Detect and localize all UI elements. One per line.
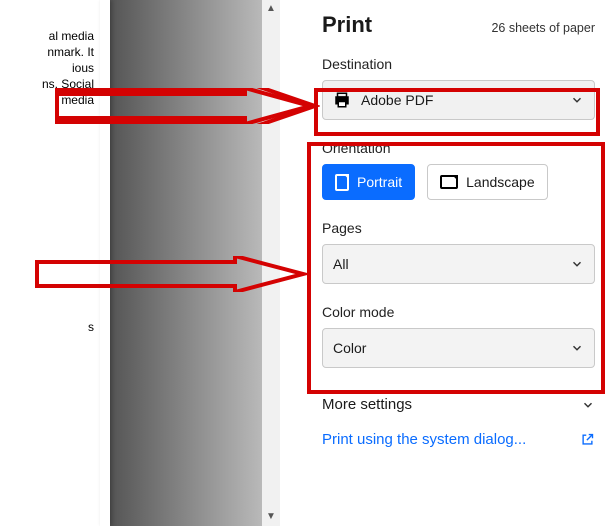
orientation-portrait-label: Portrait: [357, 174, 402, 190]
portrait-page-icon: [335, 174, 349, 191]
chevron-down-icon: [581, 398, 595, 412]
system-dialog-row: Print using the system dialog...: [322, 431, 595, 448]
landscape-page-icon: [440, 175, 458, 189]
color-mode-label: Color mode: [322, 304, 595, 320]
destination-label: Destination: [322, 56, 595, 72]
orientation-landscape-label: Landscape: [466, 174, 535, 190]
chevron-down-icon: [570, 93, 584, 107]
orientation-group: Orientation Portrait Landscape: [322, 140, 595, 200]
pages-group: Pages All: [322, 220, 595, 284]
print-panel: Print 26 sheets of paper Destination Ado…: [300, 0, 613, 526]
chevron-down-icon: [570, 341, 584, 355]
scroll-down-icon[interactable]: ▼: [262, 508, 280, 526]
orientation-portrait-button[interactable]: Portrait: [322, 164, 415, 200]
color-mode-group: Color mode Color: [322, 304, 595, 368]
orientation-label: Orientation: [322, 140, 595, 156]
orientation-landscape-button[interactable]: Landscape: [427, 164, 548, 200]
scroll-up-icon[interactable]: ▲: [262, 0, 280, 18]
doc-fragment-lines: al media nmark. It ious ns, Social media: [42, 28, 94, 108]
printer-icon: [333, 91, 351, 109]
doc-fragment-lower: s: [88, 320, 94, 334]
print-header: Print 26 sheets of paper: [322, 12, 595, 38]
print-title: Print: [322, 12, 372, 38]
external-link-icon[interactable]: [580, 432, 595, 447]
pages-dropdown[interactable]: All: [322, 244, 595, 284]
preview-gutter: ▲ ▼: [100, 0, 280, 526]
preview-background: [100, 0, 280, 526]
more-settings-label: More settings: [322, 396, 412, 413]
color-mode-dropdown[interactable]: Color: [322, 328, 595, 368]
chevron-down-icon: [570, 257, 584, 271]
sheets-of-paper: 26 sheets of paper: [491, 21, 595, 35]
screenshot-stage: al media nmark. It ious ns, Social media…: [0, 0, 613, 526]
page-right-edge: [100, 0, 110, 526]
document-preview-text: al media nmark. It ious ns, Social media…: [0, 0, 100, 526]
color-mode-value: Color: [333, 340, 366, 356]
pages-label: Pages: [322, 220, 595, 236]
system-dialog-link[interactable]: Print using the system dialog...: [322, 431, 526, 448]
destination-dropdown[interactable]: Adobe PDF: [322, 80, 595, 120]
preview-scrollbar[interactable]: ▲ ▼: [262, 0, 280, 526]
destination-value: Adobe PDF: [361, 92, 433, 108]
more-settings-toggle[interactable]: More settings: [322, 396, 595, 413]
pages-value: All: [333, 256, 349, 272]
destination-group: Destination Adobe PDF: [322, 56, 595, 120]
